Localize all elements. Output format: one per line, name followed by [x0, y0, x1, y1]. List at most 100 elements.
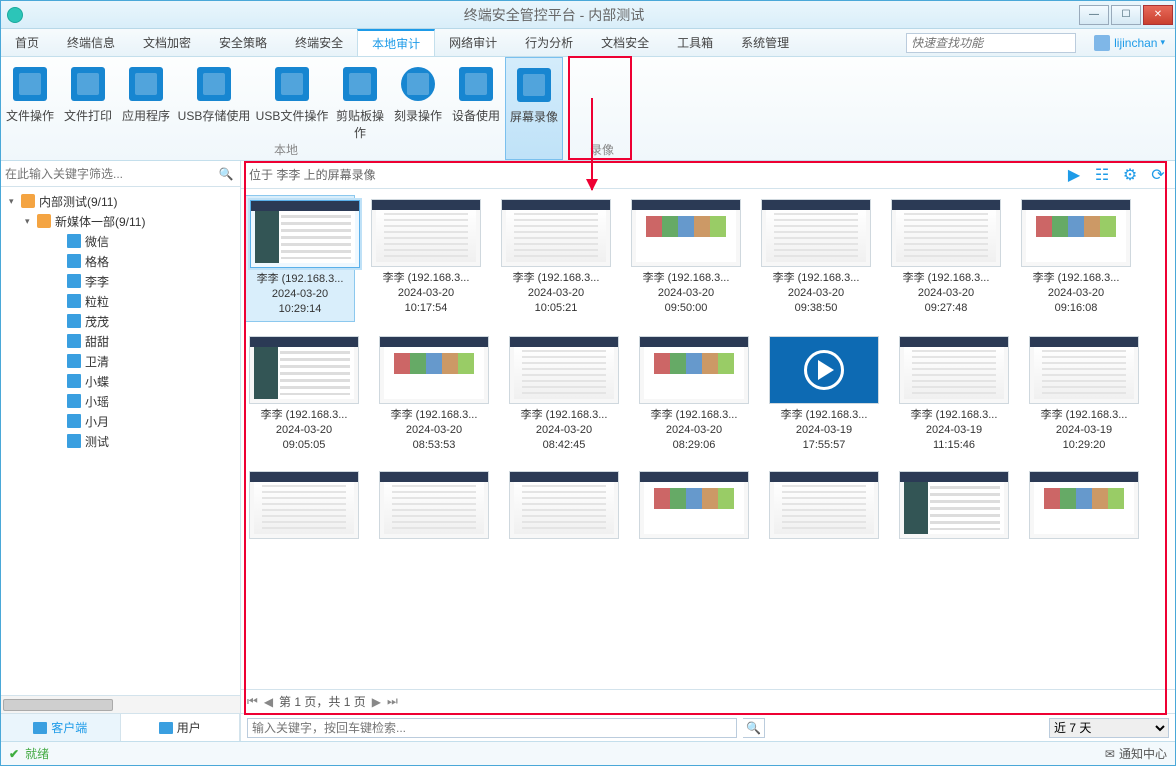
page-next-icon[interactable]: ▶ — [372, 695, 381, 709]
recording-item[interactable]: 李李 (192.168.3...2024-03-1910:29:20 — [1029, 336, 1139, 453]
titlebar: 终端安全管控平台 - 内部测试 — ☐ ✕ — [1, 1, 1175, 29]
recording-item[interactable]: 李李 (192.168.3...2024-03-2009:16:08 — [1021, 199, 1131, 318]
refresh-icon[interactable]: ⟳ — [1149, 166, 1167, 184]
menu-tab-0[interactable]: 首页 — [1, 29, 53, 56]
recording-item[interactable]: 李李 (192.168.3...2024-03-2008:29:06 — [639, 336, 749, 453]
menu-tab-7[interactable]: 行为分析 — [511, 29, 587, 56]
recording-thumbnail — [631, 199, 741, 267]
user-menu[interactable]: lijinchan ▾ — [1084, 29, 1175, 56]
maximize-button[interactable]: ☐ — [1111, 5, 1141, 25]
pager: ⏮ ◀ 第 1 页，共 1 页 ▶ ⏭ — [241, 689, 1175, 713]
recording-item[interactable]: 李李 (192.168.3...2024-03-2010:17:54 — [371, 199, 481, 318]
recording-item[interactable]: 李李 (192.168.3...2024-03-2009:50:00 — [631, 199, 741, 318]
recording-thumbnail — [639, 336, 749, 404]
computer-icon — [67, 274, 81, 288]
keyword-search-input[interactable] — [247, 718, 737, 738]
tree-node-12[interactable]: 测试 — [1, 431, 240, 451]
minimize-button[interactable]: — — [1079, 5, 1109, 25]
tree-node-label: 新媒体一部(9/11) — [55, 213, 145, 230]
menu-tab-4[interactable]: 终端安全 — [281, 29, 357, 56]
tree-node-10[interactable]: 小瑶 — [1, 391, 240, 411]
sidebar-tab-1[interactable]: 用户 — [121, 714, 241, 741]
recording-item[interactable]: 李李 (192.168.3...2024-03-2009:27:48 — [891, 199, 1001, 318]
usb-icon — [275, 67, 309, 101]
menu-tab-6[interactable]: 网络审计 — [435, 29, 511, 56]
play-icon[interactable]: ▶ — [1065, 166, 1083, 184]
tree-node-6[interactable]: 茂茂 — [1, 311, 240, 331]
tab-icon — [159, 722, 173, 734]
recording-thumbnail — [501, 199, 611, 267]
page-last-icon[interactable]: ⏭ — [387, 694, 398, 709]
tree-node-3[interactable]: 格格 — [1, 251, 240, 271]
recording-thumbnail — [899, 336, 1009, 404]
breadcrumb: 位于 李李 上的屏幕录像 — [249, 166, 376, 183]
recording-item[interactable] — [379, 471, 489, 543]
keyword-search-icon[interactable]: 🔍 — [743, 718, 765, 738]
tree-node-4[interactable]: 李李 — [1, 271, 240, 291]
recording-item[interactable]: 李李 (192.168.3...2024-03-2010:29:14 — [245, 195, 355, 322]
recording-item[interactable]: 李李 (192.168.3...2024-03-2009:38:50 — [761, 199, 871, 318]
recording-thumbnail — [379, 336, 489, 404]
recording-item[interactable] — [769, 471, 879, 543]
tree-node-label: 小瑶 — [85, 393, 109, 410]
recording-caption: 李李 (192.168.3...2024-03-2010:05:21 — [501, 271, 611, 316]
page-prev-icon[interactable]: ◀ — [264, 695, 273, 709]
recording-item[interactable] — [639, 471, 749, 543]
recording-caption: 李李 (192.168.3...2024-03-2009:05:05 — [249, 408, 359, 453]
expander-icon[interactable]: ▾ — [25, 216, 37, 227]
tree-node-5[interactable]: 粒粒 — [1, 291, 240, 311]
notification-center[interactable]: ✉ 通知中心 — [1105, 745, 1167, 762]
window-title: 终端安全管控平台 - 内部测试 — [29, 5, 1079, 25]
tree-node-1[interactable]: ▾ 新媒体一部(9/11) — [1, 211, 240, 231]
recording-item[interactable]: 李李 (192.168.3...2024-03-2008:42:45 — [509, 336, 619, 453]
recording-thumbnail — [371, 199, 481, 267]
tree-node-7[interactable]: 甜甜 — [1, 331, 240, 351]
menu-tab-3[interactable]: 安全策略 — [205, 29, 281, 56]
menu-tab-10[interactable]: 系统管理 — [727, 29, 803, 56]
quick-search-input[interactable] — [906, 33, 1076, 53]
list-view-icon[interactable]: ☷ — [1093, 166, 1111, 184]
menu-tab-2[interactable]: 文档加密 — [129, 29, 205, 56]
recording-item[interactable]: 李李 (192.168.3...2024-03-1911:15:46 — [899, 336, 1009, 453]
gear-icon[interactable]: ⚙ — [1121, 166, 1139, 184]
page-first-icon[interactable]: ⏮ — [247, 694, 258, 709]
recording-item[interactable] — [899, 471, 1009, 543]
recording-item[interactable]: 李李 (192.168.3...2024-03-2008:53:53 — [379, 336, 489, 453]
tree-node-2[interactable]: 微信 — [1, 231, 240, 251]
recording-caption: 李李 (192.168.3...2024-03-2008:53:53 — [379, 408, 489, 453]
menu-tab-9[interactable]: 工具箱 — [663, 29, 727, 56]
sidebar-tab-0[interactable]: 客户端 — [1, 714, 121, 741]
search-icon[interactable]: 🔍 — [216, 167, 236, 181]
sidebar-filter-input[interactable] — [5, 167, 216, 181]
clip-icon — [343, 67, 377, 101]
tree-node-label: 粒粒 — [85, 293, 109, 310]
tree-node-0[interactable]: ▾内部测试(9/11) — [1, 191, 240, 211]
recording-item[interactable]: 李李 (192.168.3...2024-03-1917:55:57 — [769, 336, 879, 453]
page-info: 第 1 页，共 1 页 — [279, 693, 366, 710]
computer-icon — [67, 254, 81, 268]
recording-item[interactable]: 李李 (192.168.3...2024-03-2009:05:05 — [249, 336, 359, 453]
expander-icon[interactable]: ▾ — [9, 196, 21, 207]
menu-tab-1[interactable]: 终端信息 — [53, 29, 129, 56]
tree-node-9[interactable]: 小蝶 — [1, 371, 240, 391]
status-ok-icon: ✔ — [9, 747, 19, 761]
scrollbar-thumb[interactable] — [3, 699, 113, 711]
time-range-select[interactable]: 近 7 天 — [1049, 718, 1169, 738]
tree-node-8[interactable]: 卫清 — [1, 351, 240, 371]
recording-item[interactable] — [249, 471, 359, 543]
tree-node-label: 小蝶 — [85, 373, 109, 390]
recording-item[interactable] — [1029, 471, 1139, 543]
recording-item[interactable]: 李李 (192.168.3...2024-03-2010:05:21 — [501, 199, 611, 318]
menu-tab-8[interactable]: 文档安全 — [587, 29, 663, 56]
recording-caption: 李李 (192.168.3...2024-03-2010:17:54 — [371, 271, 481, 316]
close-button[interactable]: ✕ — [1143, 5, 1173, 25]
user-avatar-icon — [1094, 35, 1110, 51]
recording-item[interactable] — [509, 471, 619, 543]
ribbon-toolbar: 文件操作文件打印应用程序USB存储使用USB文件操作剪贴板操作刻录操作设备使用屏… — [1, 57, 1175, 161]
menu-tab-5[interactable]: 本地审计 — [357, 29, 435, 56]
sidebar-horizontal-scrollbar[interactable] — [1, 695, 240, 713]
tree-node-11[interactable]: 小月 — [1, 411, 240, 431]
recording-caption: 李李 (192.168.3...2024-03-2009:50:00 — [631, 271, 741, 316]
recording-thumbnail — [509, 471, 619, 539]
recording-caption: 李李 (192.168.3...2024-03-1917:55:57 — [769, 408, 879, 453]
